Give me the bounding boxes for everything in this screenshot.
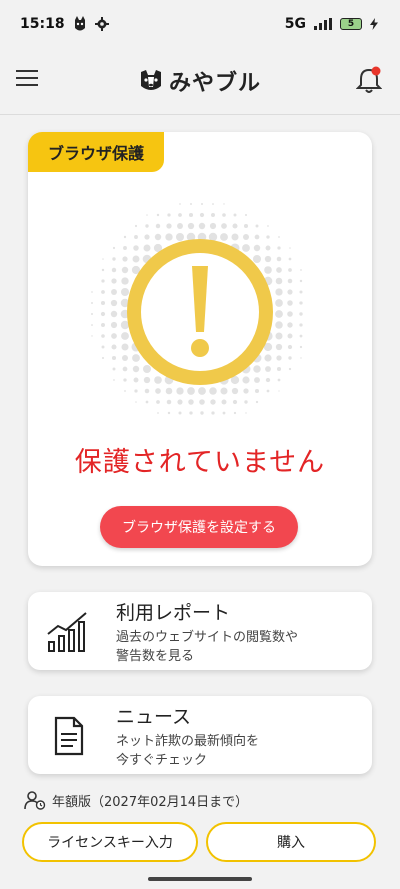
status-bar: 15:18 5G 5 <box>0 0 400 48</box>
app-logo: みやブル <box>139 65 261 97</box>
header-divider <box>0 114 400 115</box>
buy-button[interactable]: 購入 <box>206 822 376 862</box>
bar-chart-icon <box>47 612 87 652</box>
status-bar-right: 5G 5 <box>285 16 378 32</box>
signal-icon <box>314 18 332 30</box>
news-desc-line2: 今すぐチェック <box>116 753 208 768</box>
license-info: 年額版（2027年02月14日まで） <box>24 790 248 810</box>
network-type: 5G <box>284 16 306 32</box>
usage-report-card[interactable]: 利用レポート 過去のウェブサイトの閲覧数や 警告数を見る <box>28 592 372 670</box>
dog-notification-icon <box>74 16 85 31</box>
news-title: ニュース <box>116 706 192 728</box>
usage-report-desc-line1: 過去のウェブサイトの閲覧数や <box>116 630 299 645</box>
status-bar-left: 15:18 <box>20 16 109 32</box>
warning-dot <box>191 339 209 357</box>
home-indicator <box>148 877 252 881</box>
card-tag: ブラウザ保護 <box>28 132 164 172</box>
license-key-button[interactable]: ライセンスキー入力 <box>22 822 198 862</box>
news-desc-line1: ネット詐欺の最新傾向を <box>116 734 260 749</box>
user-clock-icon <box>24 791 46 810</box>
hamburger-menu-icon[interactable] <box>16 70 38 88</box>
battery-level: 5 <box>347 18 355 29</box>
news-description: ネット詐欺の最新傾向を 今すぐチェック <box>116 732 356 770</box>
app-header: みやブル <box>0 48 400 114</box>
protection-status-text: 保護されていません <box>74 447 326 478</box>
usage-report-description: 過去のウェブサイトの閲覧数や 警告数を見る <box>116 628 356 666</box>
usage-report-title: 利用レポート <box>116 602 231 624</box>
bell-icon <box>355 66 383 93</box>
charging-bolt-icon <box>370 18 378 30</box>
usage-report-desc-line2: 警告数を見る <box>116 649 195 664</box>
gear-icon <box>94 17 109 31</box>
battery-icon: 5 <box>340 18 362 30</box>
news-card[interactable]: ニュース ネット詐欺の最新傾向を 今すぐチェック <box>28 696 372 774</box>
clock: 15:18 <box>20 16 65 32</box>
document-icon <box>54 716 84 756</box>
setup-protection-button[interactable]: ブラウザ保護を設定する <box>100 506 298 548</box>
notification-bell-button[interactable] <box>355 66 383 94</box>
license-plan-text: 年額版（2027年02月14日まで） <box>52 794 249 810</box>
dog-logo-icon <box>140 70 161 90</box>
exclamation-warning-icon <box>91 203 303 415</box>
browser-protection-card: ブラウザ保護 保護されていません ブラウザ保護を設定する <box>28 132 372 566</box>
app-name: みやブル <box>168 71 261 96</box>
